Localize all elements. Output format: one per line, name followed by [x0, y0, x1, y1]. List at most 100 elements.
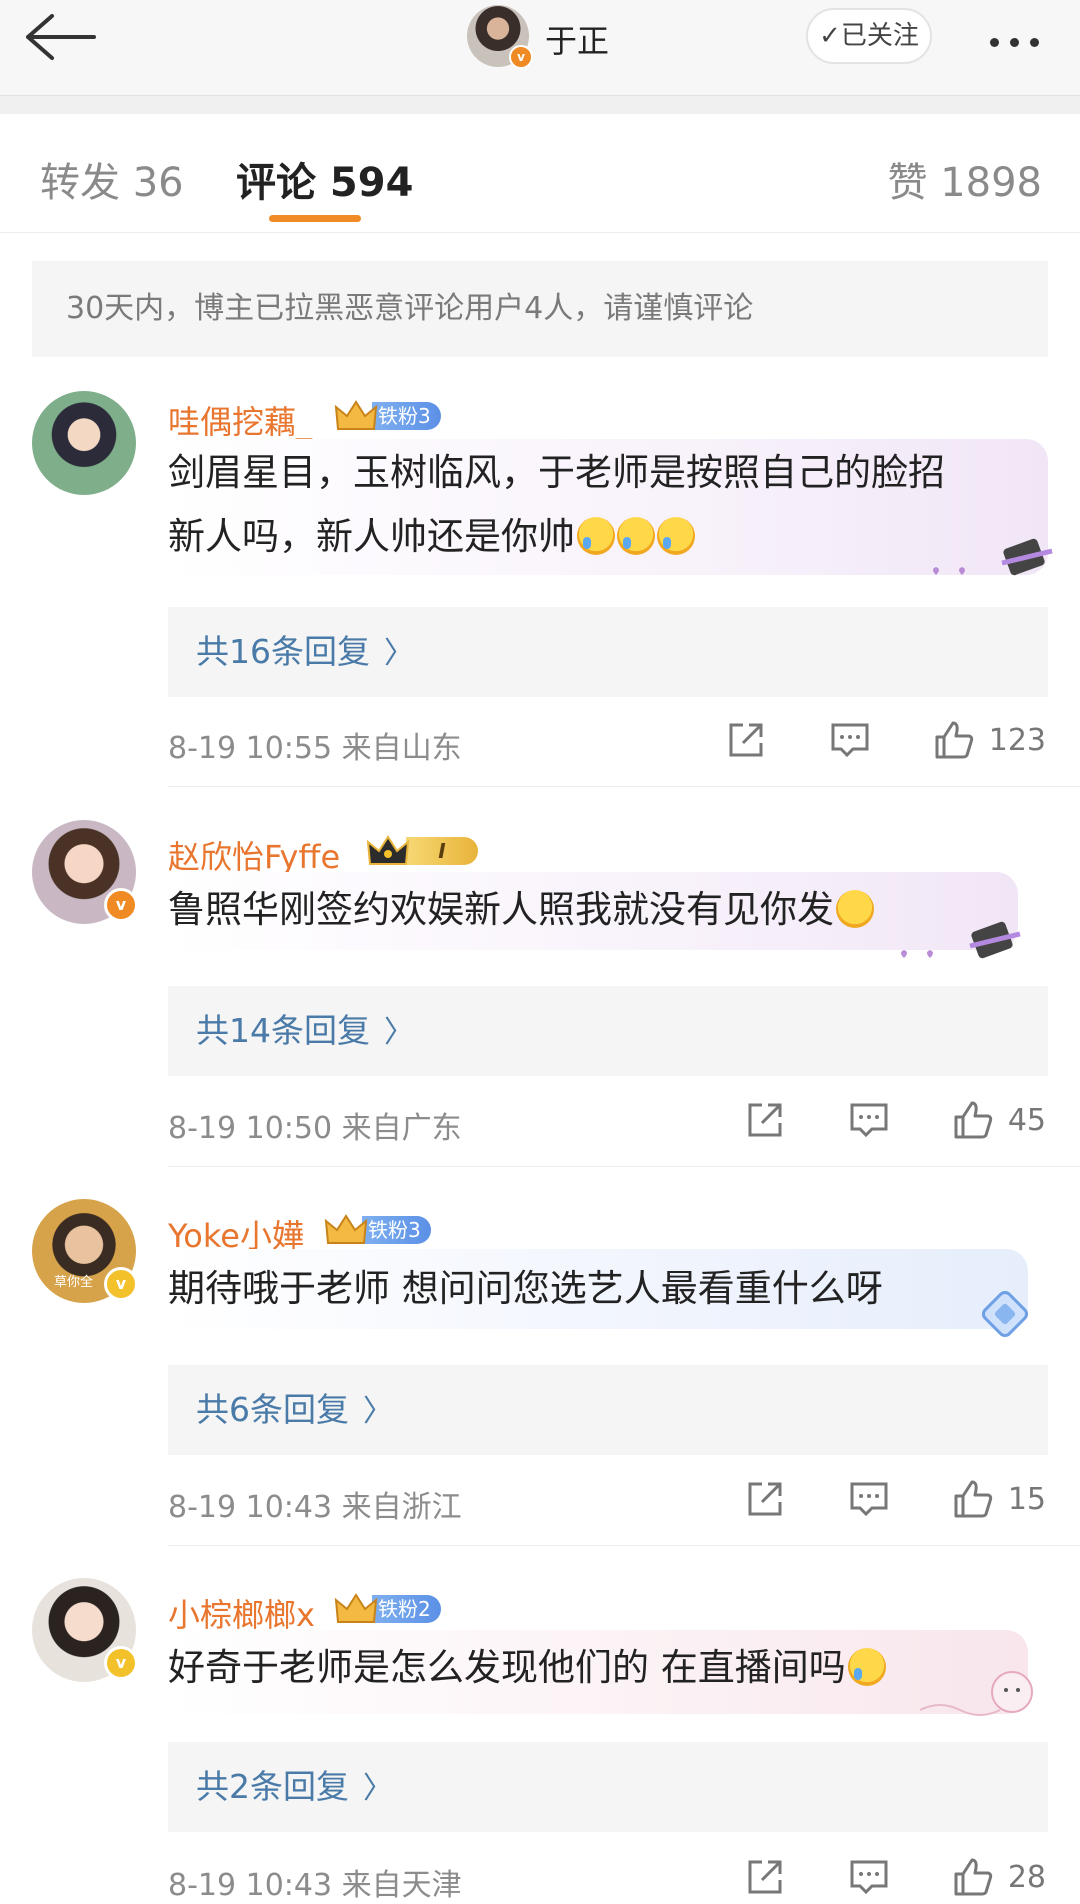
fan-badge[interactable]: 铁粉3 [324, 1213, 431, 1247]
crown-icon [334, 400, 378, 430]
comment-time: 8-19 10:43 [168, 1490, 333, 1525]
tab-reposts[interactable]: 转发 36 [40, 150, 184, 208]
author-name[interactable]: 于正 [545, 16, 609, 62]
comment-text: 剑眉星目，玉树临风，于老师是按照自己的脸招 新人吗，新人帅还是你帅 [168, 441, 945, 569]
share-icon[interactable] [725, 719, 767, 761]
bubble-decoration-icon [933, 538, 1053, 576]
top-bar: v 于正 ✓已关注 [0, 0, 1080, 96]
comment-actions: 123 [663, 715, 1046, 765]
comment-icon[interactable] [848, 1099, 890, 1141]
fan-level: 铁粉3 [372, 402, 441, 430]
comment-actions: 15 [682, 1474, 1046, 1524]
like-count: 123 [988, 722, 1046, 758]
comment-text-line1: 剑眉星目，玉树临风，于老师是按照自己的脸招 [168, 451, 945, 494]
comment-icon[interactable] [848, 1856, 890, 1898]
diamond-decoration-icon [981, 1290, 1029, 1338]
comment-meta: 8-19 10:50 来自广东 [168, 1103, 462, 1147]
replies-link[interactable]: 共2条回复〉 [168, 1742, 1048, 1832]
comment-time: 8-19 10:55 [168, 731, 333, 766]
laughing-emoji-icon [847, 1648, 886, 1686]
more-icon[interactable] [990, 32, 1054, 47]
check-icon: ✓ [819, 21, 841, 51]
comment-text-line2: 新人吗，新人帅还是你帅 [168, 515, 575, 558]
comment-item: 草你全 v Yoke小嬅 铁粉3 期待哦于老师 想问问您选艺人最看重什么呀 共6… [0, 1199, 1080, 1559]
comment-item: 哇偶挖藕_ 铁粉3 剑眉星目，玉树临风，于老师是按照自己的脸招 新人吗，新人帅还… [0, 385, 1080, 787]
comment-text: 鲁照华刚签约欢娱新人照我就没有见你发 [168, 878, 874, 942]
verified-icon: v [509, 45, 533, 69]
share-icon[interactable] [744, 1099, 786, 1141]
tab-comments[interactable]: 评论 594 [236, 150, 413, 208]
like-count: 45 [1007, 1102, 1046, 1138]
divider [168, 1166, 1080, 1167]
tab-bar: 转发 36 评论 594 赞 1898 [0, 114, 1080, 233]
comment-actions: 45 [682, 1095, 1046, 1145]
author-avatar[interactable]: v [467, 5, 533, 69]
comment-actions: 28 [682, 1852, 1046, 1902]
follow-button[interactable]: ✓已关注 [806, 8, 932, 64]
back-arrow-icon[interactable] [22, 12, 96, 62]
avatar[interactable]: v [32, 820, 138, 924]
replies-link[interactable]: 共16条回复〉 [168, 607, 1048, 697]
comment-location: 来自山东 [341, 731, 462, 766]
like-count: 15 [1007, 1481, 1046, 1517]
smile-emoji-icon [836, 890, 874, 928]
active-tab-indicator [269, 215, 361, 222]
avatar[interactable]: 草你全 v [32, 1199, 138, 1303]
comment-icon[interactable] [848, 1478, 890, 1520]
username[interactable]: 哇偶挖藕_ [168, 397, 312, 443]
like-icon[interactable] [952, 1856, 994, 1898]
divider [168, 786, 1080, 787]
separator-band [0, 96, 1080, 114]
comment-text: 好奇于老师是怎么发现他们的 在直播间吗 [168, 1636, 886, 1700]
verified-icon: v [104, 1646, 138, 1680]
comment-location: 来自天津 [341, 1868, 462, 1903]
like-icon[interactable] [952, 1099, 994, 1141]
fan-level: I [406, 837, 478, 865]
comment-meta: 8-19 10:55 来自山东 [168, 723, 462, 767]
crying-emoji-icon [657, 517, 695, 555]
follow-label: 已关注 [840, 21, 919, 51]
comment-text-line1: 鲁照华刚签约欢娱新人照我就没有见你发 [168, 888, 834, 931]
comment-text-line1: 好奇于老师是怎么发现他们的 在直播间吗 [168, 1646, 846, 1689]
fan-badge[interactable]: I [366, 834, 478, 868]
like-icon[interactable] [933, 719, 975, 761]
comment-location: 来自广东 [341, 1111, 462, 1146]
fan-badge[interactable]: 铁粉2 [334, 1592, 441, 1626]
divider [168, 1545, 1080, 1546]
chevron-right-icon: 〉 [384, 636, 414, 671]
replies-count: 共6条回复 [196, 1390, 349, 1429]
comment-item: v 小棕榔榔x 铁粉2 好奇于老师是怎么发现他们的 在直播间吗 共2条回复〉 8… [0, 1578, 1080, 1903]
avatar-caption: 草你全 [54, 1275, 94, 1290]
replies-link[interactable]: 共6条回复〉 [168, 1365, 1048, 1455]
comment-time: 8-19 10:50 [168, 1111, 333, 1146]
verified-icon: v [104, 1267, 138, 1301]
comment-time: 8-19 10:43 [168, 1868, 333, 1903]
chevron-right-icon: 〉 [384, 1015, 414, 1050]
chevron-right-icon: 〉 [363, 1394, 393, 1429]
fan-level: 铁粉3 [362, 1216, 431, 1244]
fan-badge[interactable]: 铁粉3 [334, 399, 441, 433]
sheep-decoration-icon [919, 1671, 1033, 1716]
replies-count: 共2条回复 [196, 1767, 349, 1806]
like-count: 28 [1007, 1859, 1046, 1895]
comment-icon[interactable] [829, 719, 871, 761]
crying-emoji-icon [577, 517, 615, 555]
crown-icon [324, 1214, 368, 1244]
avatar[interactable]: v [32, 1578, 138, 1682]
comment-location: 来自浙江 [341, 1490, 462, 1525]
avatar[interactable] [32, 391, 136, 495]
comment-text-line1: 期待哦于老师 想问问您选艺人最看重什么呀 [168, 1267, 883, 1310]
replies-count: 共14条回复 [196, 1011, 370, 1050]
share-icon[interactable] [744, 1478, 786, 1520]
notice-banner: 30天内，博主已拉黑恶意评论用户4人，请谨慎评论 [32, 261, 1048, 357]
replies-link[interactable]: 共14条回复〉 [168, 986, 1048, 1076]
chevron-right-icon: 〉 [363, 1771, 393, 1806]
like-icon[interactable] [952, 1478, 994, 1520]
share-icon[interactable] [744, 1856, 786, 1898]
comment-meta: 8-19 10:43 来自天津 [168, 1860, 462, 1904]
crown-icon [334, 1593, 378, 1623]
crown-icon [366, 835, 410, 865]
verified-icon: v [104, 888, 138, 922]
crying-emoji-icon [617, 517, 655, 555]
tab-likes[interactable]: 赞 1898 [887, 150, 1042, 208]
